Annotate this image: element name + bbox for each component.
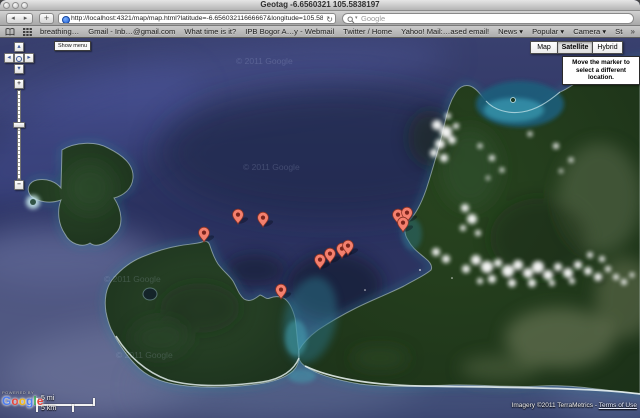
bookmark-item[interactable]: Statistics ▾ (615, 27, 622, 36)
scale-bar-km-tick (72, 404, 74, 412)
map-viewport[interactable]: © 2011 Google© 2011 Google© 2011 Google©… (0, 38, 640, 418)
browser-toolbar: ◂ ▸ + http://localhost:4321/map/map.html… (0, 11, 640, 26)
bookmark-item[interactable]: Popular ▾ (532, 27, 564, 36)
logo-letter: o (19, 394, 26, 408)
logo-letter: e (37, 394, 44, 408)
title-bar: Geotag -6.6560321 105.5838197 (0, 0, 640, 11)
new-tab-button[interactable]: + (39, 13, 54, 24)
show-menu-button[interactable]: Show menu (54, 41, 91, 51)
map-type-map-button[interactable]: Map (530, 41, 558, 54)
map-marker-3[interactable] (253, 207, 273, 228)
close-window-button[interactable] (3, 2, 10, 9)
terms-of-use-link[interactable]: Terms of Use (599, 402, 637, 409)
bookmark-item[interactable]: breathing… (40, 27, 79, 36)
pan-up-button[interactable]: ▴ (14, 42, 24, 52)
zoom-in-button[interactable]: + (14, 79, 24, 89)
bookmarks-book-icon[interactable] (5, 28, 15, 36)
map-marker-4[interactable] (271, 279, 291, 300)
map-marker-2[interactable] (228, 204, 248, 225)
search-field[interactable]: ▾ Google (342, 13, 634, 24)
scale-control: 5 mi 5 km (36, 395, 106, 415)
map-marker-8[interactable] (338, 235, 358, 256)
bookmark-item[interactable]: News ▾ (498, 27, 523, 36)
top-sites-grid-icon[interactable] (23, 28, 32, 36)
search-placeholder: Google (361, 15, 385, 23)
browser-window: Geotag -6.6560321 105.5838197 ◂ ▸ + http… (0, 0, 640, 418)
bookmarks-overflow-chevron[interactable]: » (631, 27, 635, 36)
pan-center-icon (16, 56, 22, 62)
back-button[interactable]: ◂ (6, 13, 20, 24)
bay-islet (511, 98, 516, 103)
map-type-hybrid-button[interactable]: Hybrid (592, 41, 623, 54)
zoom-out-button[interactable]: − (14, 180, 24, 190)
pan-down-button[interactable]: ▾ (14, 64, 24, 74)
bookmark-item[interactable]: Twitter / Home (343, 27, 392, 36)
url-text[interactable]: http://localhost:4321/map/map.html?latit… (71, 15, 323, 23)
pan-left-button[interactable]: ◂ (4, 53, 14, 63)
map-type-satellite-button[interactable]: Satellite (557, 41, 593, 54)
map-marker-1[interactable] (194, 222, 214, 243)
marker-tooltip: Move the marker to select a different lo… (562, 56, 640, 85)
minimize-window-button[interactable] (12, 2, 19, 9)
bookmark-item[interactable]: Yahoo! Mail:…ased email! (401, 27, 489, 36)
window-title: Geotag -6.6560321 105.5838197 (0, 0, 640, 10)
bookmarks-items: breathing… Gmail - Inb…@gmail.com What tim… (40, 27, 623, 36)
map-marker-11[interactable] (393, 212, 413, 233)
logo-letter: G (2, 394, 11, 408)
search-engine-caret-icon[interactable]: ▾ (355, 15, 358, 21)
pan-right-button[interactable]: ▸ (24, 53, 34, 63)
zoom-slider-handle[interactable] (13, 122, 25, 128)
bookmark-item[interactable]: IPB Bogor A…y - Webmail (245, 27, 334, 36)
zoom-window-button[interactable] (21, 2, 28, 9)
forward-button[interactable]: ▸ (19, 13, 33, 24)
bookmark-item[interactable]: Camera ▾ (573, 27, 606, 36)
search-icon (347, 16, 355, 24)
bookmark-item[interactable]: What time is it? (184, 27, 236, 36)
zoom-slider-track[interactable] (17, 90, 21, 180)
bookmarks-bar: breathing… Gmail - Inb…@gmail.com What tim… (0, 26, 640, 38)
scale-bar-mi-tick (93, 398, 95, 406)
reload-icon[interactable]: ↻ (326, 15, 333, 24)
map-attribution: Imagery ©2011 TerraMetrics - Terms of Us… (512, 402, 637, 409)
google-logo: POWERED BY Google (2, 390, 43, 407)
satellite-map-canvas[interactable] (0, 38, 640, 418)
logo-letter: o (11, 394, 18, 408)
pan-center-button[interactable] (14, 53, 24, 63)
bookmark-item[interactable]: Gmail - Inb…@gmail.com (88, 27, 175, 36)
address-bar[interactable]: http://localhost:4321/map/map.html?latit… (58, 13, 336, 24)
imagery-credit: Imagery ©2011 TerraMetrics - (512, 402, 597, 409)
site-favicon-icon (62, 16, 70, 24)
